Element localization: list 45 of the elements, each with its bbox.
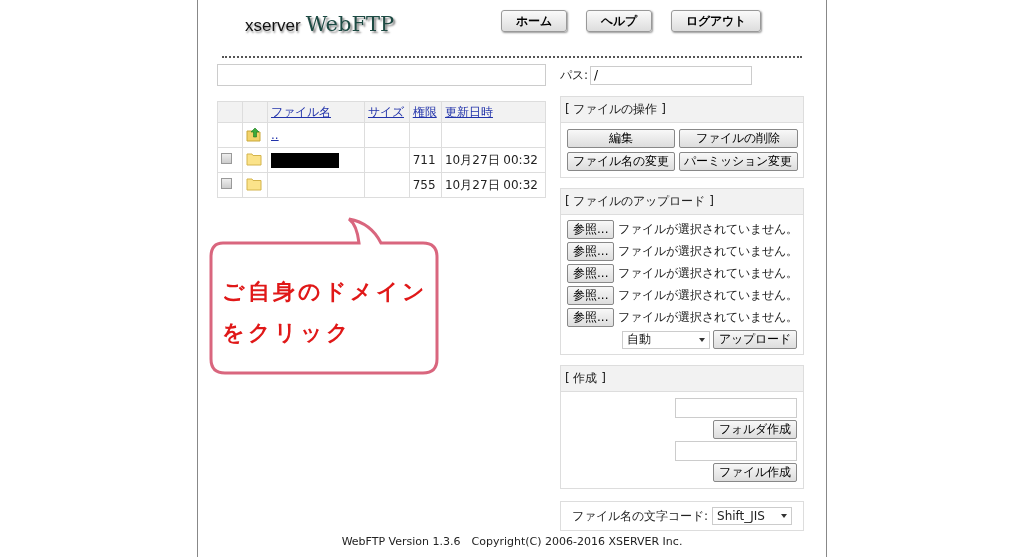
nav-button[interactable]: ホーム — [501, 10, 567, 32]
permission-cell: 755 — [412, 178, 436, 192]
action-button[interactable]: 編集 — [567, 129, 675, 148]
logo-text: xserver — [245, 16, 301, 36]
date-cell: 10月27日 00:32 — [445, 177, 538, 192]
file-name-field[interactable] — [675, 441, 797, 461]
path-field[interactable]: / — [590, 65, 753, 85]
mode-select[interactable]: 自動 — [622, 330, 710, 349]
path-label: パス: — [560, 66, 589, 84]
panel-title: [ ファイルの操作 ] — [561, 97, 803, 123]
nav-button[interactable]: ログアウト — [671, 10, 761, 32]
file-status: ファイルが選択されていません。 — [618, 243, 799, 260]
file-status: ファイルが選択されていません。 — [618, 309, 799, 326]
row-checkbox[interactable] — [221, 153, 232, 164]
parent-link[interactable]: .. — [271, 128, 279, 142]
action-button[interactable]: パーミッション変更 — [678, 152, 798, 171]
footer-text: WebFTP Version 1.3.6 Copyright(C) 2006-2016 XSERVER Inc. — [340, 534, 684, 549]
panel-title: [ 作成 ] — [561, 366, 803, 392]
folder-icon[interactable] — [246, 176, 262, 191]
nav-button[interactable]: ヘルプ — [586, 10, 652, 32]
encoding-select[interactable]: Shift_JIS — [712, 507, 792, 525]
folder-icon[interactable] — [246, 151, 262, 166]
file-status: ファイルが選択されていません。 — [618, 265, 799, 282]
upload-button[interactable]: アップロード — [713, 330, 797, 349]
panel-title: [ ファイルのアップロード ] — [561, 189, 803, 215]
encoding-label: ファイル名の文字コード: — [571, 507, 708, 525]
browse-button[interactable]: 参照... — [567, 308, 615, 327]
permission-cell: 711 — [412, 153, 436, 167]
callout-text: ご自身のドメイン をクリック — [222, 278, 428, 347]
file-status: ファイルが選択されていません。 — [618, 287, 799, 304]
up-folder-icon[interactable] — [246, 125, 262, 142]
date-cell: 10月27日 00:32 — [445, 152, 538, 167]
create-folder-button[interactable]: フォルダ作成 — [713, 420, 797, 439]
folder-name-field[interactable] — [675, 398, 797, 418]
file-status: ファイルが選択されていません。 — [618, 221, 799, 238]
create-file-button[interactable]: ファイル作成 — [713, 463, 797, 482]
row-checkbox[interactable] — [221, 178, 232, 189]
command-field[interactable] — [217, 64, 546, 86]
browse-button[interactable]: 参照... — [567, 264, 615, 283]
action-button[interactable]: ファイルの削除 — [678, 129, 798, 148]
action-button[interactable]: ファイル名の変更 — [567, 152, 675, 171]
browse-button[interactable]: 参照... — [567, 220, 615, 239]
browse-button[interactable]: 参照... — [567, 286, 615, 305]
logo-title: WebFTP — [305, 12, 395, 36]
browse-button[interactable]: 参照... — [567, 242, 615, 261]
